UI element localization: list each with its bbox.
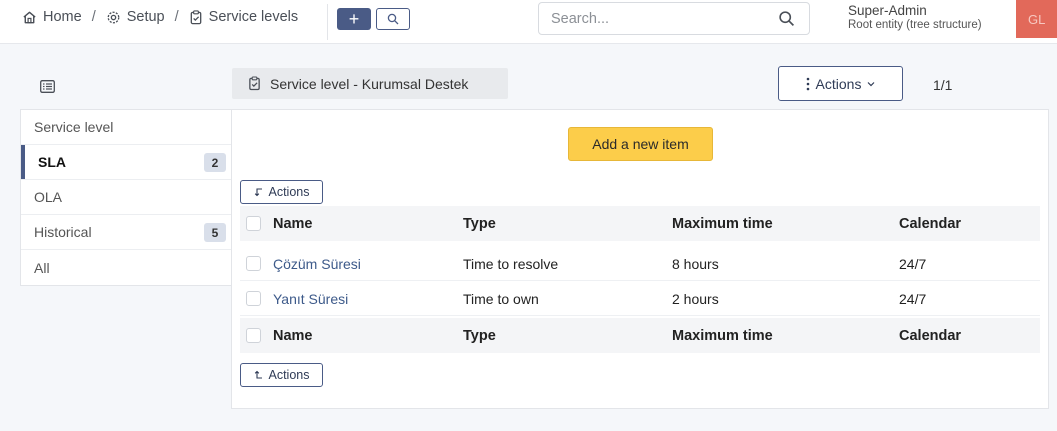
breadcrumb-home-label: Home (43, 9, 82, 25)
sidebar-item-label: SLA (38, 154, 66, 170)
user-name: Super-Admin (848, 3, 927, 18)
top-bar: Home / Setup / Service levels + Search..… (0, 0, 1057, 44)
breadcrumb-setup[interactable]: Setup (106, 9, 165, 25)
row-type: Time to resolve (463, 255, 559, 272)
breadcrumb-home[interactable]: Home (22, 9, 82, 25)
mass-actions-top-button[interactable]: Actions (240, 180, 323, 204)
clipboard-check-icon (248, 76, 261, 91)
sidebar-item-label: All (34, 259, 50, 276)
sidebar-item-label: Historical (34, 224, 92, 240)
breadcrumb: Home / Setup / Service levels (22, 9, 298, 25)
mass-actions-bottom-button[interactable]: Actions (240, 363, 323, 387)
column-header-type[interactable]: Type (463, 318, 496, 353)
row-calendar: 24/7 (899, 255, 927, 272)
avatar[interactable]: GL (1016, 0, 1057, 38)
select-all-checkbox[interactable] (246, 216, 261, 231)
mass-actions-label: Actions (268, 185, 310, 199)
table-row: Çözüm Süresi Time to resolve 8 hours 24/… (240, 246, 1040, 281)
row-checkbox[interactable] (246, 291, 261, 306)
select-all-checkbox[interactable] (246, 328, 261, 343)
search-toggle-button[interactable] (376, 8, 410, 30)
home-icon (22, 10, 37, 25)
avatar-initials: GL (1028, 11, 1046, 27)
user-entity: Root entity (tree structure) (848, 18, 982, 31)
row-checkbox[interactable] (246, 256, 261, 271)
add-button[interactable]: + (337, 8, 371, 30)
sidebar: Service level SLA 2 OLA Historical 5 All (20, 109, 232, 286)
mass-actions-label: Actions (268, 368, 310, 382)
global-search (538, 2, 810, 35)
breadcrumb-current-label: Service levels (208, 9, 299, 25)
toolbar-divider (327, 4, 328, 40)
breadcrumb-separator: / (91, 9, 96, 25)
sidebar-item-ola[interactable]: OLA (21, 180, 231, 215)
page-title-label: Service level - Kurumsal Destek (270, 75, 469, 92)
row-max-time: 8 hours (672, 255, 719, 272)
pager: 1/1 (933, 77, 953, 93)
search-icon[interactable] (778, 10, 795, 27)
breadcrumb-setup-label: Setup (126, 9, 165, 25)
add-new-item-button[interactable]: Add a new item (568, 127, 713, 161)
sidebar-item-label: OLA (34, 189, 63, 205)
sidebar-item-historical[interactable]: Historical 5 (21, 215, 231, 250)
clipboard-check-icon (189, 9, 203, 25)
sidebar-item-sla[interactable]: SLA 2 (21, 145, 231, 180)
plus-icon: + (348, 9, 360, 29)
row-calendar: 24/7 (899, 290, 927, 307)
search-input[interactable] (551, 10, 771, 28)
row-name-link[interactable]: Çözüm Süresi (273, 246, 361, 281)
column-header-name[interactable]: Name (273, 318, 313, 353)
sidebar-item-service-level[interactable]: Service level (21, 110, 231, 145)
table-row: Yanıt Süresi Time to own 2 hours 24/7 (240, 281, 1040, 316)
actions-label: Actions (815, 75, 862, 92)
row-max-time: 2 hours (672, 290, 719, 307)
sidebar-item-label: Service level (34, 119, 114, 135)
column-header-type[interactable]: Type (463, 206, 496, 241)
arrow-corner-up-icon (254, 370, 264, 380)
search-icon (387, 13, 399, 25)
column-header-calendar[interactable]: Calendar (899, 206, 961, 241)
actions-button[interactable]: Actions (778, 66, 903, 101)
table-footer-header: Name Type Maximum time Calendar (240, 318, 1040, 353)
column-header-calendar[interactable]: Calendar (899, 318, 961, 353)
arrow-corner-down-icon (254, 187, 264, 197)
gear-icon (106, 10, 121, 25)
sidebar-item-all[interactable]: All (21, 250, 231, 285)
list-icon[interactable] (40, 80, 55, 93)
row-name-link[interactable]: Yanıt Süresi (273, 281, 348, 316)
column-header-max-time[interactable]: Maximum time (672, 206, 773, 241)
count-badge: 5 (204, 223, 226, 242)
count-badge: 2 (204, 153, 226, 172)
chevron-down-icon (867, 81, 875, 87)
column-header-max-time[interactable]: Maximum time (672, 318, 773, 353)
vertical-dots-icon (806, 77, 810, 91)
breadcrumb-separator: / (174, 9, 179, 25)
breadcrumb-service-levels[interactable]: Service levels (189, 9, 298, 25)
user-menu[interactable]: Super-Admin Root entity (tree structure) (848, 3, 982, 32)
column-header-name[interactable]: Name (273, 206, 313, 241)
table-header: Name Type Maximum time Calendar (240, 206, 1040, 241)
page-title: Service level - Kurumsal Destek (232, 68, 508, 99)
row-type: Time to own (463, 290, 539, 307)
